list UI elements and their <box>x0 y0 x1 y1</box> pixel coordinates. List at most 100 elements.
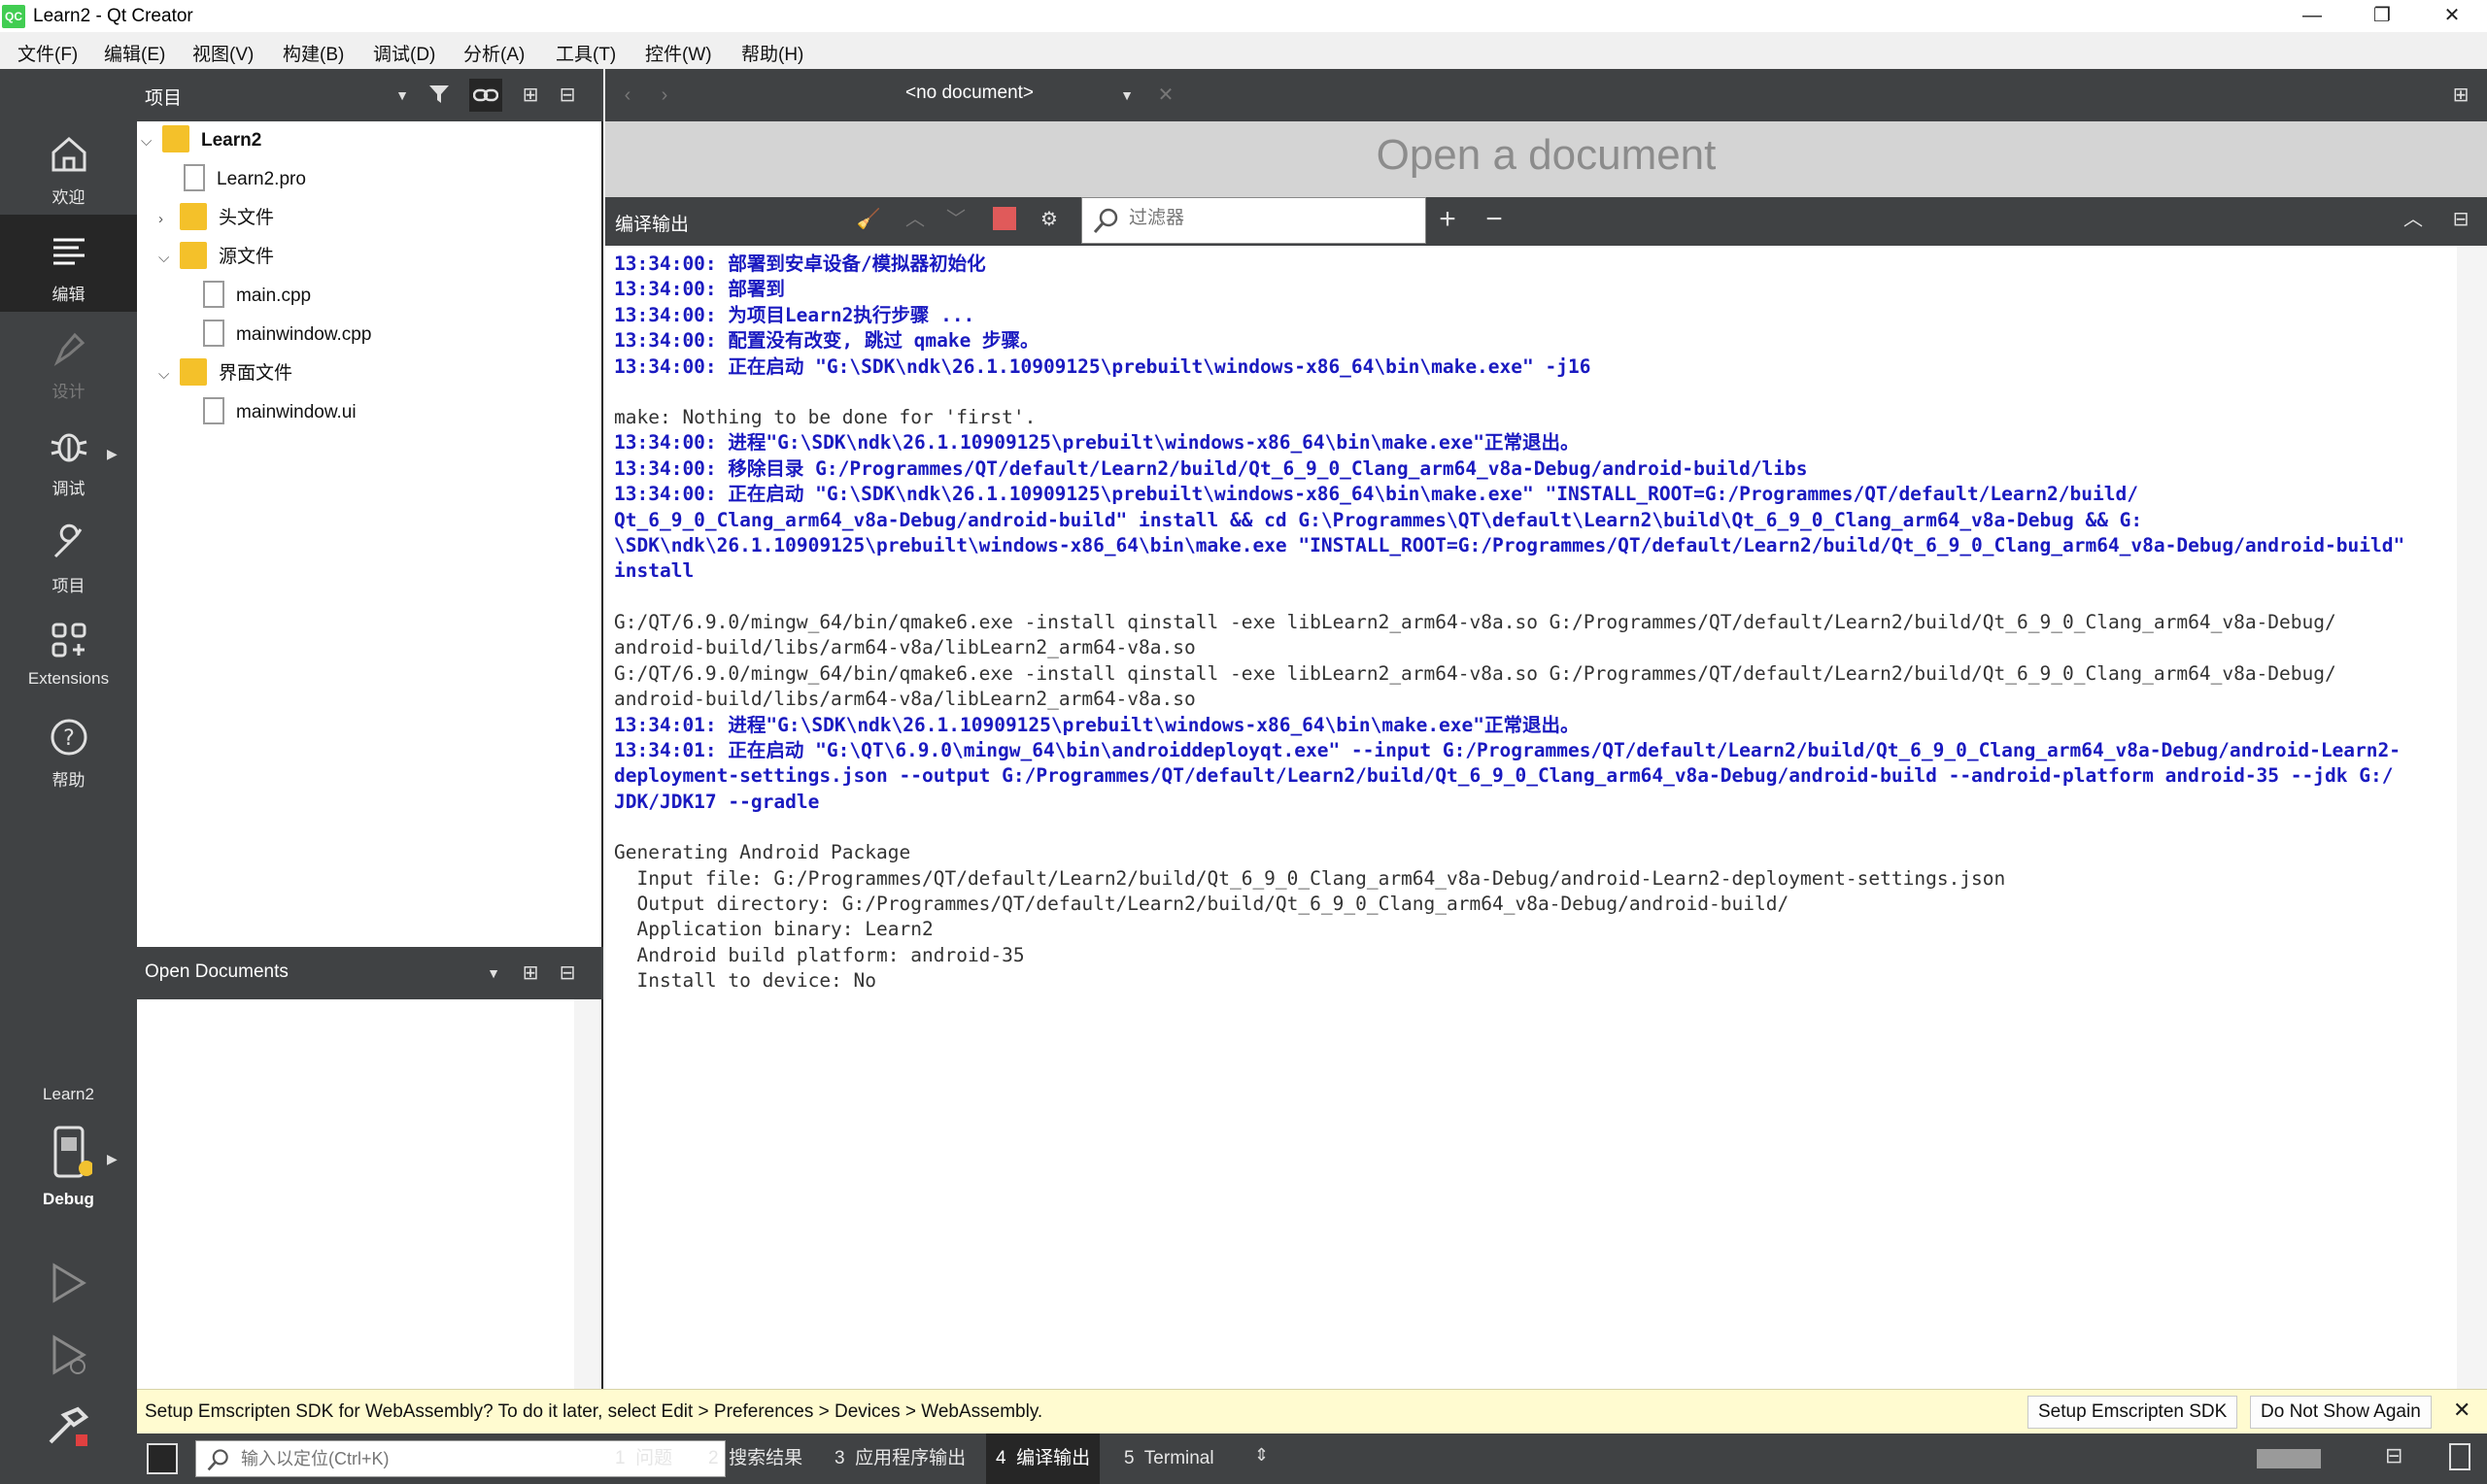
more-tabs-icon[interactable]: ⇕ <box>1254 1445 1269 1466</box>
mode-help[interactable]: ? 帮助 <box>0 700 137 797</box>
open-documents-header: Open Documents ▼ ⊞ ⊟ <box>137 947 603 999</box>
maximize-pane-icon[interactable]: ︿ <box>2397 203 2430 236</box>
clear-output-icon[interactable]: 🧹 <box>852 203 885 236</box>
setup-emscripten-button[interactable]: Setup Emscripten SDK <box>2027 1396 2238 1429</box>
tree-node-headers[interactable]: › 头文件 <box>158 199 274 238</box>
split-editor-icon[interactable]: ⊞ <box>2444 79 2477 112</box>
forms-folder-icon <box>180 358 207 386</box>
tab-terminal[interactable]: 5 Terminal <box>1114 1433 1224 1484</box>
close-pane-icon[interactable]: ⊟ <box>551 957 584 990</box>
mode-debug[interactable]: 调试 ▶ <box>0 409 137 506</box>
menu-help[interactable]: 帮助(H) <box>741 40 803 66</box>
menu-file[interactable]: 文件(F) <box>17 40 78 66</box>
output-line: 13:34:00: 移除目录 G:/Programmes/QT/default/… <box>614 456 1808 480</box>
close-info-bar-icon[interactable]: ✕ <box>2453 1398 2470 1423</box>
sources-folder-icon <box>180 242 207 269</box>
zoom-out-icon[interactable]: − <box>1478 203 1511 236</box>
split-pane-icon[interactable]: ⊞ <box>514 957 547 990</box>
hide-pane-icon[interactable]: ⊟ <box>2444 203 2477 236</box>
tree-node-mainwindow-cpp[interactable]: mainwindow.cpp <box>203 316 371 354</box>
output-line: Android build platform: android-35 <box>614 943 1025 966</box>
mode-welcome[interactable]: 欢迎 <box>0 118 137 215</box>
tree-node-main-cpp[interactable]: main.cpp <box>203 277 311 316</box>
stop-icon <box>993 207 1016 230</box>
menu-debug[interactable]: 调试(D) <box>373 40 435 66</box>
zoom-in-icon[interactable]: + <box>1431 203 1464 236</box>
mode-design[interactable]: 设计 <box>0 312 137 409</box>
filter-input[interactable] <box>1129 208 1411 229</box>
output-line: 13:34:00: 正在启动 "G:\SDK\ndk\26.1.10909125… <box>614 354 1591 378</box>
toggle-right-sidebar-icon[interactable] <box>2449 1443 2470 1470</box>
progress-indicator[interactable] <box>2257 1449 2321 1468</box>
tab-issues[interactable]: 1 问题 <box>605 1433 682 1484</box>
mode-design-label: 设计 <box>51 383 85 401</box>
document-dropdown-icon[interactable]: ▼ <box>1110 79 1143 112</box>
next-item-icon[interactable]: ﹀ <box>939 203 972 236</box>
tab-label: 编译输出 <box>1016 1448 1091 1468</box>
debug-run-button[interactable] <box>45 1332 91 1384</box>
tree-node-forms[interactable]: ⌵ 界面文件 <box>158 354 292 393</box>
settings-gear-icon[interactable]: ⚙ <box>1033 203 1066 236</box>
pane-dropdown-icon[interactable]: ▼ <box>386 79 419 112</box>
document-selector[interactable]: <no document> <box>800 83 1140 104</box>
tree-node-sources[interactable]: ⌵ 源文件 <box>158 238 274 277</box>
close-document-icon[interactable]: ✕ <box>1149 79 1182 112</box>
close-button[interactable]: ✕ <box>2419 0 2485 32</box>
run-button[interactable] <box>45 1260 91 1312</box>
output-scrollbar[interactable] <box>2457 246 2487 1389</box>
mode-projects[interactable]: 项目 <box>0 506 137 603</box>
menu-controls[interactable]: 控件(W) <box>645 40 712 66</box>
menu-bar: 文件(F) 编辑(E) 视图(V) 构建(B) 调试(D) 分析(A) 工具(T… <box>0 32 2487 69</box>
restore-button[interactable]: ❐ <box>2349 0 2415 32</box>
mode-debug-label: 调试 <box>51 480 85 498</box>
file-name: main.cpp <box>236 286 312 306</box>
pen-icon <box>53 332 85 367</box>
build-button[interactable] <box>45 1403 91 1456</box>
link-sync-icon[interactable] <box>469 79 502 112</box>
target-selector[interactable]: Debug ▶ <box>0 1126 137 1213</box>
menu-build[interactable]: 构建(B) <box>283 40 344 66</box>
tab-number: 2 <box>708 1448 719 1468</box>
tree-node-mainwindow-ui[interactable]: mainwindow.ui <box>203 393 357 432</box>
filter-icon[interactable] <box>423 79 456 112</box>
back-arrow-icon[interactable]: ‹ <box>611 79 644 112</box>
output-line: 13:34:00: 部署到 <box>614 278 785 301</box>
open-documents-title[interactable]: Open Documents <box>145 961 289 983</box>
hammer-icon <box>49 1406 89 1446</box>
build-progress-icon[interactable]: ⊟ <box>2385 1443 2402 1468</box>
help-question-icon: ? <box>51 719 86 756</box>
forward-arrow-icon[interactable]: › <box>648 79 681 112</box>
close-pane-icon[interactable]: ⊟ <box>551 79 584 112</box>
tab-number: 4 <box>996 1448 1006 1468</box>
tab-compile-output[interactable]: 4 编译输出 <box>986 1433 1101 1484</box>
minimize-button[interactable]: — <box>2279 0 2345 32</box>
output-filter[interactable] <box>1081 197 1426 244</box>
tab-application-output[interactable]: 3 应用程序输出 <box>825 1433 975 1484</box>
output-line: 13:34:00: 为项目Learn2执行步骤 ... <box>614 303 975 326</box>
tab-search-results[interactable]: 2 搜索结果 <box>698 1433 812 1484</box>
menu-analyze[interactable]: 分析(A) <box>463 40 525 66</box>
compile-output-text[interactable]: 13:34:00: 部署到安卓设备/模拟器初始化 13:34:00: 部署到 13:… <box>605 246 2457 1389</box>
toggle-sidebar-icon[interactable] <box>147 1443 178 1474</box>
open-document-placeholder: Open a document <box>1376 131 1717 179</box>
open-documents-scrollbar[interactable] <box>574 999 601 1389</box>
menu-edit[interactable]: 编辑(E) <box>104 40 165 66</box>
previous-item-icon[interactable]: ︿ <box>899 203 932 236</box>
menu-tools[interactable]: 工具(T) <box>556 40 616 66</box>
project-pane-title[interactable]: 项目 <box>145 84 182 110</box>
wrench-icon <box>53 523 82 558</box>
menu-view[interactable]: 视图(V) <box>192 40 254 66</box>
qt-project-icon <box>162 125 189 152</box>
tree-node-pro-file[interactable]: Learn2.pro <box>184 160 306 199</box>
do-not-show-again-button[interactable]: Do Not Show Again <box>2250 1396 2432 1429</box>
mode-extensions[interactable]: Extensions <box>0 603 137 700</box>
pane-dropdown-icon[interactable]: ▼ <box>477 957 510 990</box>
open-documents-list[interactable] <box>137 999 603 1389</box>
target-project-label: Learn2 <box>43 1085 94 1103</box>
split-pane-icon[interactable]: ⊞ <box>514 79 547 112</box>
stop-build-button[interactable] <box>988 203 1021 236</box>
tree-node-project[interactable]: ⌵ Learn2 <box>141 121 261 160</box>
search-icon <box>1093 208 1118 233</box>
mode-edit[interactable]: 编辑 <box>0 215 137 312</box>
project-tree: ⌵ Learn2 Learn2.pro › 头文件 ⌵ 源文件 main.cpp ma… <box>137 121 603 947</box>
